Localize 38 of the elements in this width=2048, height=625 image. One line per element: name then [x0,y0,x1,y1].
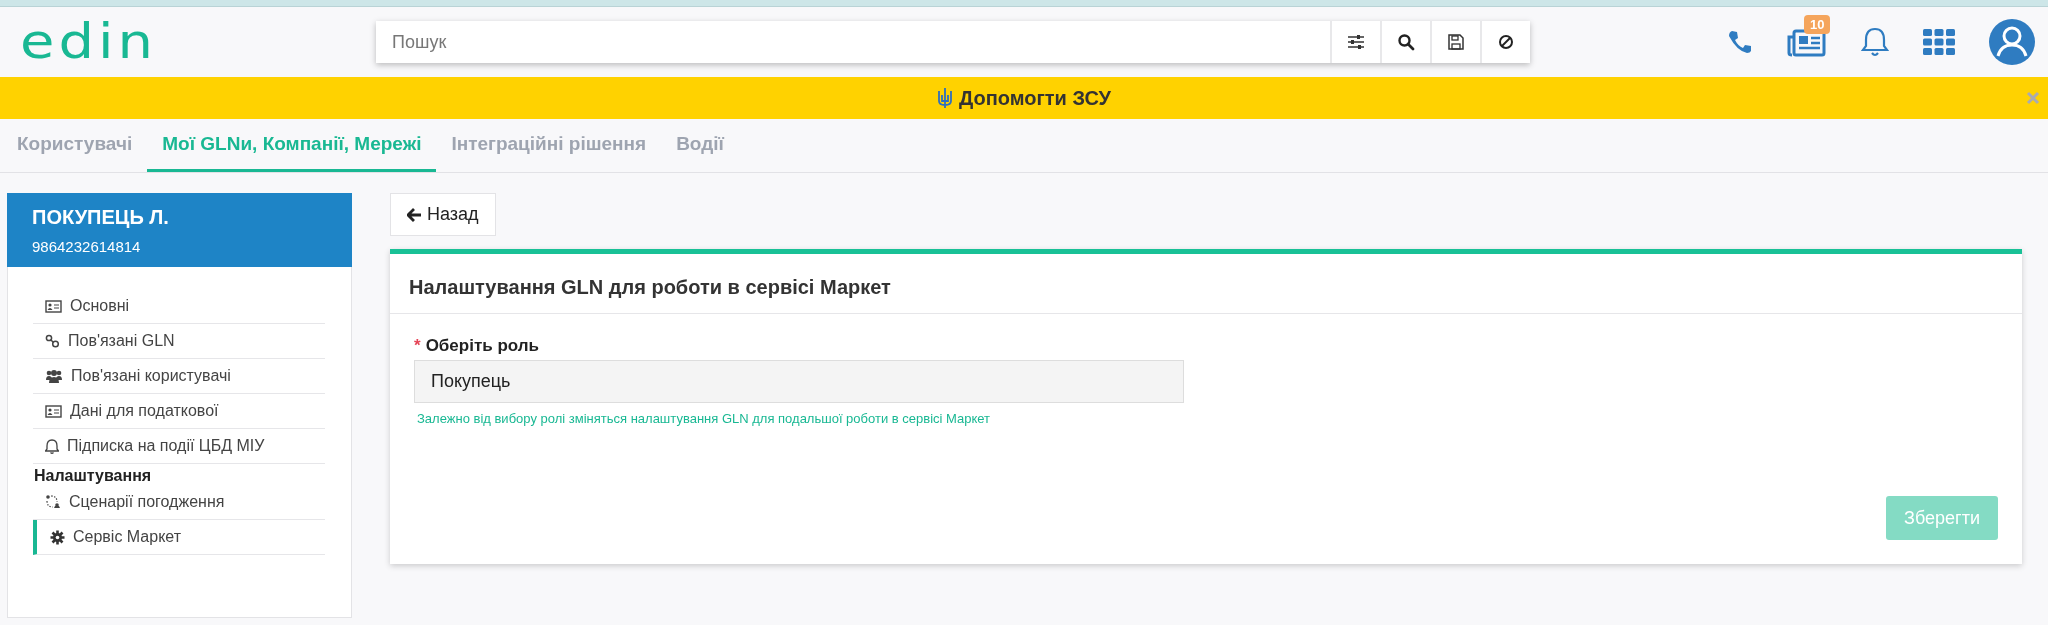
trident-icon [936,87,953,109]
save-icon[interactable] [1430,21,1480,63]
field-hint: Залежно від вибору ролі зміняться налаштування GLN для подальшої роботи в сервісі Маркет [416,411,992,426]
notification-count: 10 [1804,15,1831,34]
phone-icon[interactable] [1727,29,1753,55]
search-icon[interactable] [1380,21,1430,63]
sidebar-item[interactable]: Сервіс Маркет [33,520,325,555]
sidebar-item[interactable]: Дані для податкової [33,394,325,429]
sidebar-item[interactable]: Сценарії погодження [33,485,325,520]
sidebar-item[interactable]: Основні [33,289,325,324]
bell-icon [45,438,59,454]
section-heading: Налаштування [33,467,153,485]
users-icon [45,369,63,383]
field-label: Оберіть роль [425,336,539,356]
id-card-icon [45,404,62,418]
company-name: ПОКУПЕЦЬ Л. [32,206,170,229]
required-mark: * [414,336,421,356]
newspaper-icon[interactable] [1787,27,1827,57]
banner-link[interactable]: Допомогти ЗСУ [958,86,1112,110]
workflow-icon [45,494,61,510]
sidebar-item[interactable]: Підписка на події ЦБД МІУ [33,429,325,464]
apps-grid-icon[interactable] [1923,29,1955,55]
gear-icon [50,529,65,545]
company-gln: 9864232614814 [32,238,142,255]
block-icon[interactable] [1480,21,1530,63]
search-field[interactable]: Пошук [376,21,1330,63]
arrow-left-icon [407,207,422,222]
search-bar[interactable]: Пошук [376,21,1530,63]
link-icon [45,334,60,348]
back-button[interactable]: Назад [390,193,496,236]
id-card-icon [45,299,62,313]
avatar-icon[interactable] [1989,19,2035,65]
sidebar-item[interactable]: Пов'язані користувачі [33,359,325,394]
card-title: Налаштування GLN для роботи в сервісі Маркет [390,254,2022,314]
bell-icon[interactable] [1861,26,1889,58]
role-field[interactable]: Покупець [414,360,1184,403]
sidebar-item[interactable]: Пов'язані GLN [33,324,325,359]
filter-icon[interactable] [1330,21,1380,63]
